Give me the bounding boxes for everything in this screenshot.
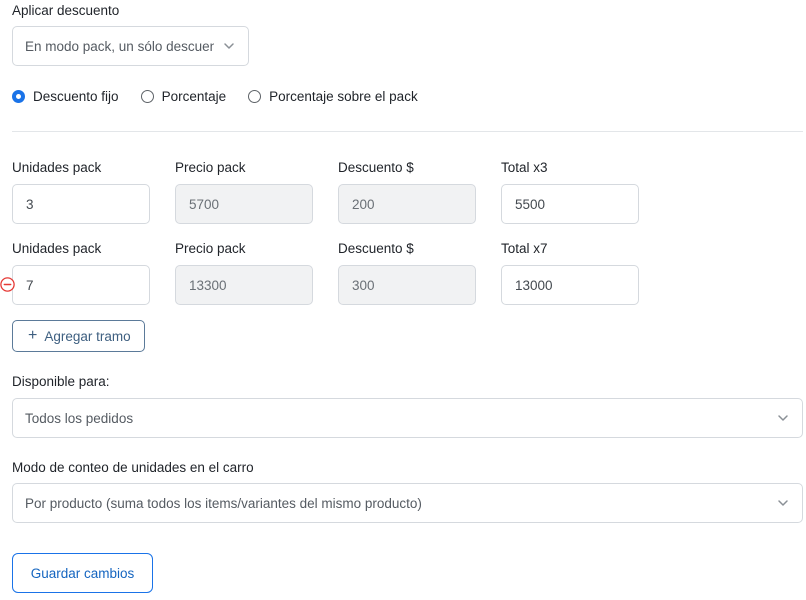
add-tier-label: Agregar tramo — [44, 328, 131, 344]
chevron-down-icon — [224, 43, 234, 49]
plus-icon: + — [28, 327, 38, 344]
radio-dot — [248, 89, 262, 103]
save-button[interactable]: Guardar cambios — [12, 553, 153, 593]
minus-circle-icon[interactable] — [0, 277, 15, 292]
chevron-down-icon — [778, 415, 788, 421]
tier-units-input[interactable]: 7 — [12, 265, 150, 305]
tier-units-label: Unidades pack — [12, 241, 102, 256]
chevron-down-icon — [778, 500, 788, 506]
tier-discount-label: Descuento $ — [338, 160, 414, 175]
radio-dot — [12, 89, 25, 103]
discount-label: Aplicar descuento — [12, 3, 120, 18]
tier-price-label: Precio pack — [175, 160, 246, 175]
tier-total-input[interactable]: 5500 — [501, 184, 639, 224]
add-tier-button[interactable]: + Agregar tramo — [12, 320, 145, 352]
discount-mode-select[interactable]: En modo pack, un sólo descuento — [12, 26, 249, 66]
radio-label: Porcentaje — [161, 88, 227, 104]
tier-discount-input: 300 — [338, 265, 476, 305]
available-value: Todos los pedidos — [25, 410, 134, 426]
tier-discount-label: Descuento $ — [338, 241, 414, 256]
tier-total-label: Total x7 — [501, 241, 548, 256]
count-mode-label: Modo de conteo de unidades en el carro — [12, 460, 254, 475]
available-select[interactable]: Todos los pedidos — [12, 398, 803, 438]
available-label: Disponible para: — [12, 374, 110, 389]
tier-units-label: Unidades pack — [12, 160, 102, 175]
radio-label: Porcentaje sobre el pack — [269, 88, 418, 104]
radio-percentage[interactable]: Porcentaje — [140, 88, 227, 104]
tier-total-label: Total x3 — [501, 160, 548, 175]
radio-dot — [140, 89, 154, 103]
tier-units-input[interactable]: 3 — [12, 184, 150, 224]
count-mode-value: Por producto (suma todos los items/varia… — [25, 495, 422, 511]
divider — [12, 131, 803, 132]
tier-price-input: 5700 — [175, 184, 313, 224]
tier-discount-input: 200 — [338, 184, 476, 224]
radio-fixed-discount[interactable]: Descuento fijo — [12, 89, 119, 104]
discount-mode-value: En modo pack, un sólo descuento — [25, 38, 214, 54]
radio-label: Descuento fijo — [33, 88, 119, 104]
discount-type-group: Descuento fijo Porcentaje Porcentaje sob… — [12, 86, 440, 106]
tier-price-label: Precio pack — [175, 241, 246, 256]
count-mode-select[interactable]: Por producto (suma todos los items/varia… — [12, 483, 803, 523]
tier-price-input: 13300 — [175, 265, 313, 305]
radio-percentage-pack[interactable]: Porcentaje sobre el pack — [248, 89, 418, 104]
tier-total-input[interactable]: 13000 — [501, 265, 639, 305]
